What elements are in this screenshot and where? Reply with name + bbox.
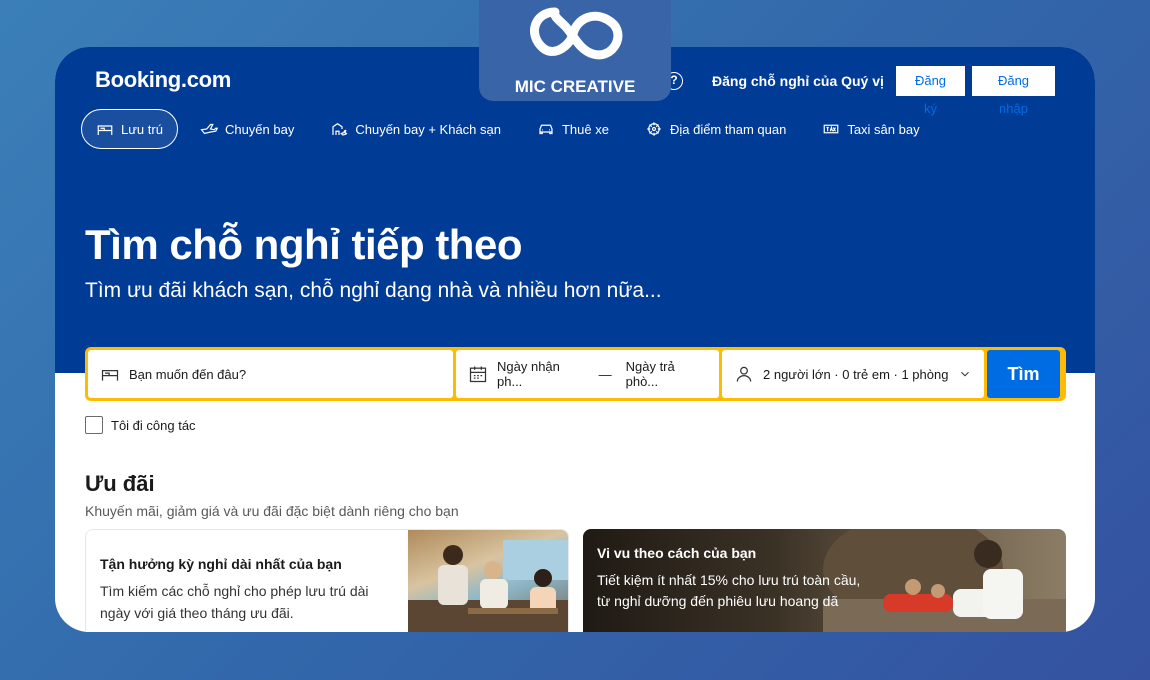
family-photo-illustration (408, 540, 568, 632)
occupancy-group: 2 người lớn · 0 trẻ em · 1 phòng (734, 364, 948, 384)
checkin-field[interactable]: Ngày nhận ph... (497, 359, 585, 389)
nav-label: Thuê xe (561, 121, 609, 137)
person-icon (736, 366, 752, 382)
nav-item-flights[interactable]: Chuyến bay (186, 109, 308, 149)
attractions-icon (647, 122, 661, 136)
deals-subtitle: Khuyến mãi, giảm giá và ưu đãi đặc biệt … (85, 503, 459, 519)
watermark-badge: MIC CREATIVE (479, 0, 671, 101)
page-title: Tìm chỗ nghỉ tiếp theo (85, 221, 522, 268)
nav-label: Địa điểm tham quan (669, 121, 787, 137)
calendar-icon (469, 366, 487, 383)
date-separator: — (598, 366, 612, 382)
deal-card-title: Tận hưởng kỳ nghỉ dài nhất của bạn (100, 556, 342, 572)
register-button[interactable]: Đăng ký (896, 66, 965, 116)
occupancy-selector[interactable]: 2 người lớn · 0 trẻ em · 1 phòng (722, 350, 984, 398)
browser-frame: Booking.com ? Đăng chỗ nghỉ của Quý vị Đ… (55, 47, 1095, 632)
mic-creative-logo-icon (530, 7, 623, 60)
flight-hotel-icon (332, 123, 348, 136)
nav-item-car-rental[interactable]: Thuê xe (523, 109, 623, 149)
nav-item-attractions[interactable]: Địa điểm tham quan (631, 109, 800, 149)
deal-card-getaway[interactable]: Vi vu theo cách của bạn Tiết kiệm ít nhấ… (583, 529, 1066, 632)
deals-title: Ưu đãi (85, 471, 155, 496)
signin-button[interactable]: Đăng nhập (972, 66, 1055, 116)
bed-icon (101, 370, 119, 381)
destination-placeholder: Bạn muốn đến đâu? (129, 366, 247, 382)
page-subtitle: Tìm ưu đãi khách sạn, chỗ nghỉ dạng nhà … (85, 279, 662, 302)
search-bar: Bạn muốn đến đâu? Ngày nhận ph... — Ngày… (85, 347, 1066, 401)
main-nav: Lưu trú Chuyến bay Chuyến bay + Khách sạ… (81, 109, 942, 149)
watermark-text: MIC CREATIVE (514, 77, 636, 96)
booking-logo[interactable]: Booking.com (95, 67, 231, 93)
deal-card-long-stay[interactable]: Tận hưởng kỳ nghỉ dài nhất của bạn Tìm k… (85, 529, 569, 632)
business-trip-label: Tôi đi công tác (111, 417, 196, 433)
date-picker[interactable]: Ngày nhận ph... — Ngày trả phò... (456, 350, 719, 398)
deal-card-description: Tiết kiệm ít nhất 15% cho lưu trú toàn c… (597, 572, 861, 609)
plane-icon (200, 123, 218, 135)
occupancy-value: 2 người lớn · 0 trẻ em · 1 phòng (763, 366, 949, 382)
deal-card-image (408, 530, 568, 632)
destination-input[interactable]: Bạn muốn đến đâu? (88, 350, 453, 398)
nav-item-airport-taxi[interactable]: Taxi sân bay (808, 109, 933, 149)
checkout-field[interactable]: Ngày trả phò... (626, 359, 707, 389)
list-property-link[interactable]: Đăng chỗ nghỉ của Quý vị (712, 73, 884, 89)
nav-label: Taxi sân bay (847, 121, 920, 137)
business-trip-option[interactable]: Tôi đi công tác (85, 416, 196, 434)
deal-card-title: Vi vu theo cách của bạn (597, 545, 757, 561)
nav-item-stays[interactable]: Lưu trú (81, 109, 178, 149)
nav-label: Chuyến bay (224, 121, 295, 137)
business-trip-checkbox[interactable] (85, 416, 103, 434)
deal-card-text: Vi vu theo cách của bạn Tiết kiệm ít nhấ… (597, 545, 867, 612)
nav-item-flight-hotel[interactable]: Chuyến bay + Khách sạn (316, 109, 515, 149)
deal-card-description: Tìm kiếm các chỗ nghỉ cho phép lưu trú d… (100, 583, 369, 621)
car-icon (539, 124, 553, 135)
bed-icon (97, 125, 113, 135)
deal-card-text: Tận hưởng kỳ nghỉ dài nhất của bạn Tìm k… (100, 556, 400, 624)
chevron-down-icon (961, 371, 969, 377)
taxi-icon (823, 124, 839, 134)
nav-label: Chuyến bay + Khách sạn (355, 121, 501, 137)
search-button[interactable]: Tìm (987, 350, 1060, 398)
nav-label: Lưu trú (121, 121, 163, 137)
